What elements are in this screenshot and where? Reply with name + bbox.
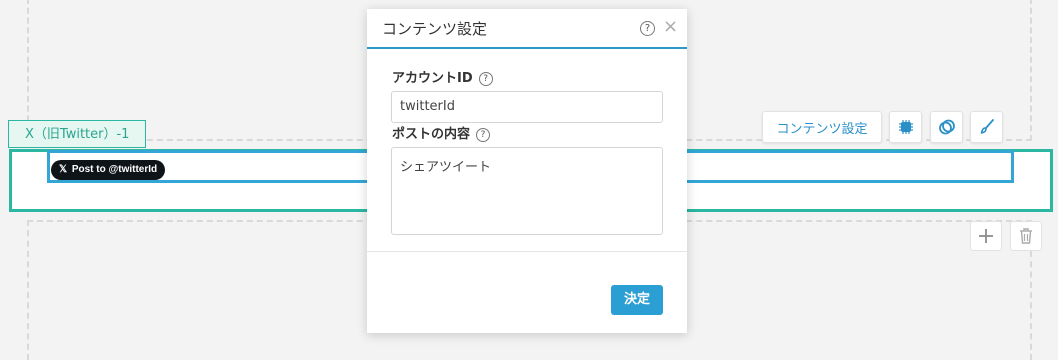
account-id-label-row: アカウントID? <box>392 67 493 86</box>
layers-icon <box>938 119 955 135</box>
delete-block-button[interactable] <box>1010 221 1042 251</box>
brush-button[interactable] <box>970 111 1003 143</box>
post-content-label: ポストの内容 <box>392 127 471 142</box>
post-content-help-icon[interactable]: ? <box>476 128 491 142</box>
close-icon[interactable]: × <box>663 17 678 37</box>
account-id-label: アカウントID <box>392 71 473 86</box>
chip-button[interactable] <box>889 111 922 143</box>
layers-button[interactable] <box>930 111 963 143</box>
brush-icon <box>980 119 994 134</box>
dialog-divider <box>367 251 687 252</box>
chip-icon <box>898 120 913 134</box>
content-settings-button[interactable]: コンテンツ設定 <box>762 111 882 143</box>
ok-button[interactable]: 決定 <box>611 285 663 315</box>
add-block-button[interactable] <box>970 221 1002 251</box>
block-tag[interactable]: X（旧Twitter）-1 <box>8 120 147 148</box>
post-button-label: Post to @twitterId <box>71 164 158 175</box>
post-to-x-button[interactable]: 𝕏 Post to @twitterId <box>51 160 166 180</box>
help-icon[interactable]: ? <box>640 21 655 36</box>
dialog-title: コンテンツ設定 <box>382 20 488 38</box>
dialog-header: コンテンツ設定 ? × <box>367 9 687 49</box>
post-content-label-row: ポストの内容? <box>392 123 491 142</box>
plus-icon <box>979 229 993 243</box>
trash-icon <box>1020 228 1032 244</box>
content-settings-label: コンテンツ設定 <box>776 121 868 137</box>
x-logo-icon: 𝕏 <box>59 164 68 175</box>
account-id-help-icon[interactable]: ? <box>478 72 493 86</box>
content-settings-dialog: コンテンツ設定 ? × アカウントID? twitterId ポストの内容? シ… <box>367 9 687 333</box>
post-content-textarea[interactable]: シェアツイート <box>391 147 663 235</box>
account-id-input[interactable]: twitterId <box>391 91 663 123</box>
